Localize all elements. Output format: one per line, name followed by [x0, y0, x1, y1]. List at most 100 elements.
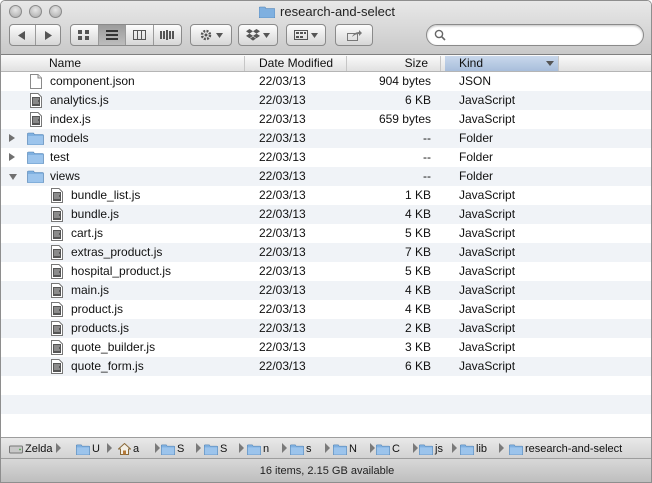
path-crumb[interactable]: s — [290, 441, 324, 457]
folder-icon — [333, 443, 349, 456]
arrange-menu-button[interactable] — [286, 24, 326, 46]
file-row[interactable]: index.js 22/03/13 659 bytes JavaScript — [1, 110, 651, 129]
search-field[interactable] — [426, 24, 644, 46]
finder-window: research-and-select Name Date Modified S… — [0, 0, 652, 483]
path-separator-icon — [499, 443, 504, 453]
file-date: 22/03/13 — [259, 112, 306, 126]
file-kind: Folder — [459, 169, 494, 183]
nav-buttons — [9, 24, 61, 46]
file-date: 22/03/13 — [259, 340, 306, 354]
folder-icon — [161, 443, 177, 456]
file-row[interactable]: quote_form.js 22/03/13 6 KB JavaScript — [1, 357, 651, 376]
file-row[interactable]: bundle.js 22/03/13 4 KB JavaScript — [1, 205, 651, 224]
file-date: 22/03/13 — [259, 321, 306, 335]
path-crumb-label: a — [133, 443, 140, 455]
file-date: 22/03/13 — [259, 131, 306, 145]
path-crumb[interactable]: S — [204, 441, 238, 457]
share-icon — [346, 30, 362, 41]
file-row[interactable]: models 22/03/13 -- Folder — [1, 129, 651, 148]
disclosure-closed-icon[interactable] — [9, 134, 15, 142]
file-row[interactable]: bundle_list.js 22/03/13 1 KB JavaScript — [1, 186, 651, 205]
path-separator-icon — [452, 443, 457, 453]
path-crumb[interactable]: N — [333, 441, 369, 457]
kind-column-header[interactable]: Kind — [445, 56, 559, 71]
file-row[interactable]: quote_builder.js 22/03/13 3 KB JavaScript — [1, 338, 651, 357]
path-crumb[interactable]: js — [419, 441, 451, 457]
forward-button[interactable] — [36, 25, 61, 45]
list-view-icon — [105, 30, 118, 40]
file-row[interactable]: test 22/03/13 -- Folder — [1, 148, 651, 167]
coverflow-view-button[interactable] — [154, 25, 181, 45]
coverflow-view-icon — [160, 30, 175, 40]
file-date: 22/03/13 — [259, 74, 306, 88]
file-row[interactable]: cart.js 22/03/13 5 KB JavaScript — [1, 224, 651, 243]
file-date: 22/03/13 — [259, 245, 306, 259]
path-crumb[interactable]: research-and-select — [509, 441, 649, 457]
name-column-header[interactable]: Name — [1, 56, 245, 71]
disclosure-open-icon[interactable] — [9, 174, 17, 180]
file-name: quote_builder.js — [71, 340, 156, 354]
kind-column-label: Kind — [459, 56, 484, 70]
path-separator-icon — [370, 443, 375, 453]
file-size: 1 KB — [404, 188, 431, 202]
empty-row — [1, 376, 651, 395]
size-column-header[interactable]: Size — [347, 56, 441, 71]
file-row[interactable]: product.js 22/03/13 4 KB JavaScript — [1, 300, 651, 319]
file-size: 6 KB — [404, 93, 431, 107]
folder-icon — [290, 443, 306, 456]
file-kind: JavaScript — [459, 188, 516, 202]
file-date: 22/03/13 — [259, 302, 306, 316]
dropbox-button[interactable] — [238, 24, 278, 46]
file-row[interactable]: views 22/03/13 -- Folder — [1, 167, 651, 186]
list-view-button[interactable] — [98, 25, 126, 45]
file-date: 22/03/13 — [259, 188, 306, 202]
icon-view-icon — [78, 30, 90, 40]
path-crumb[interactable]: C — [376, 441, 412, 457]
file-name: products.js — [71, 321, 130, 335]
file-size: -- — [423, 131, 431, 145]
file-size: 4 KB — [404, 302, 431, 316]
file-name: product.js — [71, 302, 124, 316]
view-mode-control — [70, 24, 182, 46]
path-crumb[interactable]: lib — [460, 441, 498, 457]
path-separator-icon — [196, 443, 201, 453]
folder-icon — [247, 443, 263, 456]
path-crumb-label: C — [392, 443, 400, 455]
share-button[interactable] — [335, 24, 373, 46]
disclosure-closed-icon[interactable] — [9, 153, 15, 161]
icon-view-button[interactable] — [71, 25, 99, 45]
action-menu-button[interactable] — [190, 24, 232, 46]
file-row[interactable]: extras_product.js 22/03/13 7 KB JavaScript — [1, 243, 651, 262]
file-name: test — [50, 150, 70, 164]
file-row[interactable]: analytics.js 22/03/13 6 KB JavaScript — [1, 91, 651, 110]
file-row[interactable]: component.json 22/03/13 904 bytes JSON — [1, 72, 651, 91]
file-row[interactable]: products.js 22/03/13 2 KB JavaScript — [1, 319, 651, 338]
path-separator-icon — [155, 443, 160, 453]
folder-icon — [419, 443, 435, 456]
file-row[interactable]: main.js 22/03/13 4 KB JavaScript — [1, 281, 651, 300]
path-crumb[interactable]: U — [76, 441, 106, 457]
home-icon — [118, 442, 133, 455]
path-separator-icon — [239, 443, 244, 453]
back-button[interactable] — [10, 25, 36, 45]
file-kind: JavaScript — [459, 207, 516, 221]
window-title-bar: research-and-select — [1, 4, 651, 21]
file-kind: Folder — [459, 150, 494, 164]
file-kind: Folder — [459, 131, 494, 145]
file-size: 4 KB — [404, 283, 431, 297]
date-column-header[interactable]: Date Modified — [253, 56, 347, 71]
path-crumb[interactable]: Zelda — [9, 441, 55, 457]
file-row[interactable]: hospital_product.js 22/03/13 5 KB JavaScrip… — [1, 262, 651, 281]
gear-icon — [200, 29, 212, 41]
column-view-button[interactable] — [126, 25, 154, 45]
chevron-down-icon — [216, 32, 223, 38]
path-crumb[interactable]: a — [118, 441, 154, 457]
path-crumb[interactable]: S — [161, 441, 195, 457]
disk-icon — [9, 443, 25, 455]
path-crumb[interactable]: n — [247, 441, 281, 457]
path-crumb-label: research-and-select — [525, 443, 623, 455]
file-kind: JavaScript — [459, 93, 516, 107]
file-date: 22/03/13 — [259, 226, 306, 240]
file-size: 3 KB — [404, 340, 431, 354]
column-header: Name Date Modified Size Kind — [1, 55, 651, 72]
